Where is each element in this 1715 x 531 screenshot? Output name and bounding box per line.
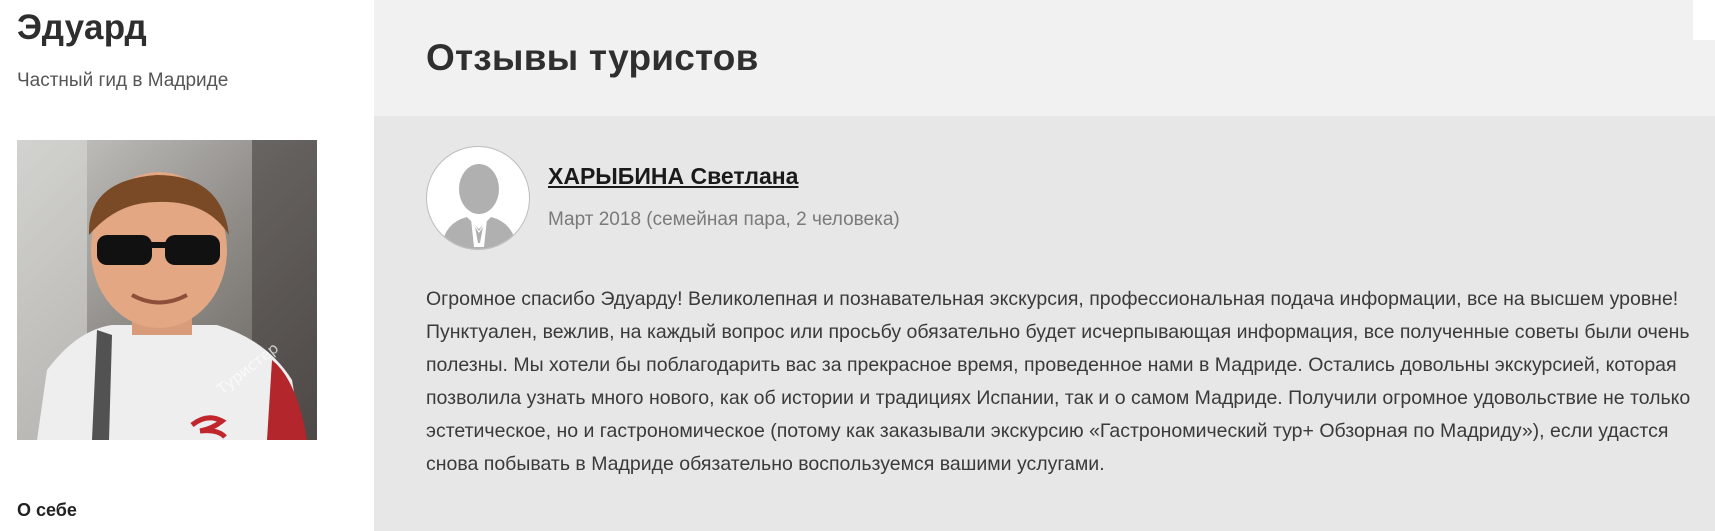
guide-portrait: Туристер bbox=[17, 140, 317, 440]
guide-photo: Туристер bbox=[17, 140, 317, 440]
review-meta: Март 2018 (семейная пара, 2 человека) bbox=[548, 209, 900, 230]
header-corner-box bbox=[1693, 0, 1715, 40]
review-text: Огромное спасибо Эдуарду! Великолепная и… bbox=[426, 288, 1691, 475]
guide-name: Эдуард bbox=[17, 8, 148, 47]
page-title: Отзывы туристов bbox=[426, 37, 759, 78]
guide-sidebar: Эдуард Частный гид в Мадриде Туристер О … bbox=[0, 0, 374, 531]
reviewer-avatar bbox=[426, 146, 530, 250]
user-silhouette-icon bbox=[441, 164, 517, 249]
reviews-header: Отзывы туристов bbox=[374, 0, 1715, 116]
about-heading: О себе bbox=[17, 500, 77, 520]
reviewer-name-link[interactable]: ХАРЫБИНА Светлана bbox=[548, 163, 798, 190]
guide-subtitle: Частный гид в Мадриде bbox=[17, 70, 229, 91]
reviews-panel: Отзывы туристов ХАРЫБИНА Светлана Март 2… bbox=[374, 0, 1715, 531]
